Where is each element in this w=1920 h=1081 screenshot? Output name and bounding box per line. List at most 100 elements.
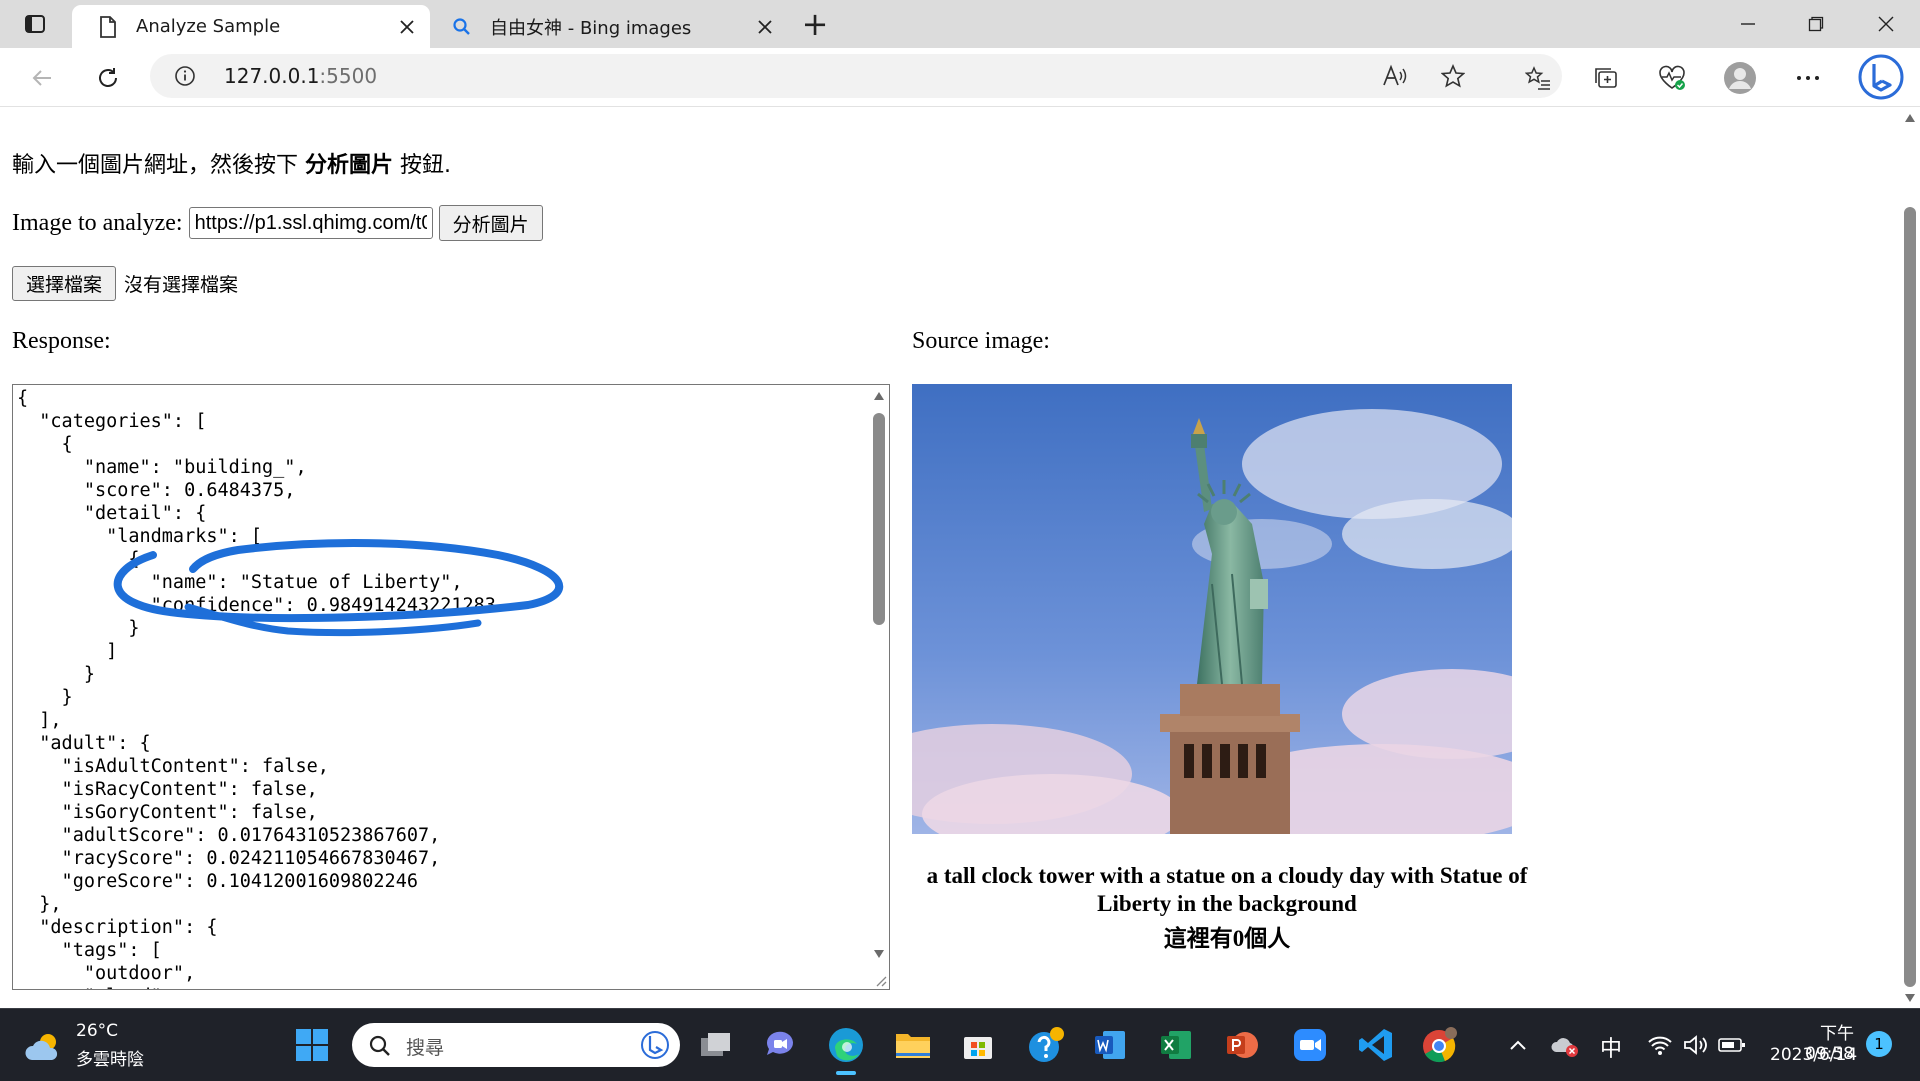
address-bar[interactable]: 127.0.0.1:5500 xyxy=(150,54,1562,98)
restore-button[interactable] xyxy=(1782,0,1850,48)
weather-description: 多雲時陰 xyxy=(76,1050,144,1070)
microsoft-store-button[interactable] xyxy=(958,1025,998,1065)
resize-grip-icon[interactable] xyxy=(873,973,887,987)
favorite-star-icon[interactable] xyxy=(1440,63,1466,92)
file-explorer-button[interactable] xyxy=(893,1025,933,1065)
scroll-up-arrow-icon[interactable] xyxy=(873,391,885,401)
source-image xyxy=(912,384,1512,834)
instructions-bold: 分析圖片 xyxy=(305,153,394,178)
vscode-button[interactable] xyxy=(1356,1025,1396,1065)
minimize-button[interactable] xyxy=(1714,0,1782,48)
page-heading-clipped xyxy=(12,107,252,133)
url-host: 127.0.0.1 xyxy=(224,64,320,88)
response-scrollbar[interactable] xyxy=(869,385,889,989)
read-aloud-icon[interactable] xyxy=(1382,64,1408,92)
collections-icon xyxy=(1595,68,1617,88)
zoom-video-icon xyxy=(1294,1029,1326,1061)
weather-widget[interactable] xyxy=(24,1027,64,1067)
page-scroll-down-icon[interactable] xyxy=(1904,993,1916,1003)
page-scroll-up-icon[interactable] xyxy=(1904,113,1916,123)
volume-button[interactable] xyxy=(1676,1025,1716,1065)
wifi-button[interactable] xyxy=(1640,1025,1680,1065)
show-hidden-icons-button[interactable] xyxy=(1498,1025,1538,1065)
tab-actions-button[interactable] xyxy=(0,0,70,48)
cloudy-weather-icon xyxy=(25,1034,58,1060)
bing-copilot-button[interactable] xyxy=(1856,52,1906,102)
edge-taskbar-button[interactable] xyxy=(826,1025,866,1065)
speaker-icon xyxy=(1684,1035,1707,1055)
tab-strip: Analyze Sample 自由女神 - Bing images + xyxy=(0,0,1920,48)
browser-essentials-button[interactable] xyxy=(1652,58,1692,98)
page-scrollbar[interactable] xyxy=(1900,107,1920,1007)
site-info-icon[interactable] xyxy=(174,65,196,91)
page-content: 輸入一個圖片網址，然後按下 分析圖片 按鈕. Image to analyze:… xyxy=(0,107,1900,1007)
notification-badge[interactable]: 1 xyxy=(1866,1031,1892,1057)
excel-button[interactable] xyxy=(1156,1025,1196,1065)
chevron-up-icon xyxy=(1510,1040,1526,1050)
no-file-chosen-text: 沒有選擇檔案 xyxy=(124,274,239,296)
refresh-button[interactable] xyxy=(88,58,128,98)
close-tab-icon[interactable] xyxy=(392,12,422,42)
tab-analyze-sample[interactable]: Analyze Sample xyxy=(72,5,430,48)
input-method-indicator[interactable]: 中 xyxy=(1600,1031,1622,1063)
start-button[interactable] xyxy=(292,1025,332,1065)
get-help-button[interactable] xyxy=(1026,1025,1066,1065)
scroll-down-arrow-icon[interactable] xyxy=(873,949,885,959)
restore-icon xyxy=(1808,16,1824,32)
statue-of-liberty-photo xyxy=(912,384,1512,834)
onedrive-status-button[interactable] xyxy=(1546,1025,1586,1065)
vscode-icon xyxy=(1359,1029,1392,1061)
response-label: Response: xyxy=(12,328,111,354)
bing-logo-icon xyxy=(1858,54,1904,100)
teams-chat-button[interactable] xyxy=(760,1025,800,1065)
powerpoint-icon xyxy=(1227,1032,1258,1058)
search-icon xyxy=(369,1035,390,1056)
response-scroll-thumb[interactable] xyxy=(873,413,885,625)
close-window-button[interactable] xyxy=(1852,0,1920,48)
active-app-indicator xyxy=(836,1071,856,1075)
page-scroll-thumb[interactable] xyxy=(1904,207,1916,987)
word-button[interactable] xyxy=(1090,1025,1130,1065)
battery-button[interactable] xyxy=(1712,1025,1752,1065)
chrome-button[interactable] xyxy=(1420,1025,1460,1065)
url-text: 127.0.0.1:5500 xyxy=(224,64,377,88)
task-view-button[interactable] xyxy=(696,1025,736,1065)
choose-file-button[interactable]: 選擇檔案 xyxy=(12,266,116,301)
image-caption: a tall clock tower with a statue on a cl… xyxy=(912,862,1542,918)
close-icon xyxy=(1878,16,1894,32)
zoom-button[interactable] xyxy=(1290,1025,1330,1065)
tab-title: Analyze Sample xyxy=(136,16,281,37)
profile-button[interactable] xyxy=(1720,58,1760,98)
image-url-input[interactable] xyxy=(188,207,433,239)
clipped-heading-glyphs xyxy=(12,107,252,123)
tab-bing-images[interactable]: 自由女神 - Bing images xyxy=(432,5,788,48)
clock-date[interactable]: 2023/6/14 xyxy=(1770,1045,1857,1065)
instructions-suffix: 按鈕. xyxy=(393,153,452,178)
excel-icon xyxy=(1161,1031,1191,1059)
collections-button[interactable] xyxy=(1586,58,1626,98)
caption-line-1: a tall clock tower with a statue on a cl… xyxy=(926,863,1528,888)
source-image-label: Source image: xyxy=(912,328,1050,354)
close-tab-icon[interactable] xyxy=(750,12,780,42)
bing-icon xyxy=(641,1031,669,1059)
powerpoint-button[interactable] xyxy=(1222,1025,1262,1065)
analyze-button[interactable]: 分析圖片 xyxy=(438,205,543,241)
help-icon xyxy=(1029,1027,1064,1062)
caption-line-2: Liberty in the background xyxy=(1097,891,1357,916)
chat-icon xyxy=(766,1031,793,1055)
response-textarea[interactable]: { "categories": [ { "name": "building_",… xyxy=(12,384,890,990)
url-port: :5500 xyxy=(319,64,378,88)
taskbar-search-box[interactable]: 搜尋 xyxy=(352,1023,680,1067)
cloud-error-icon xyxy=(1551,1038,1578,1057)
favorites-button[interactable] xyxy=(1518,58,1558,98)
back-arrow-icon xyxy=(32,70,51,86)
windows-taskbar: 26°C 多雲時陰 搜尋 中 下午 09:58 2023/6/14 1 xyxy=(0,1008,1920,1081)
refresh-icon xyxy=(99,68,117,87)
back-button[interactable] xyxy=(22,58,62,98)
minimize-icon xyxy=(1741,23,1755,25)
new-tab-button[interactable]: + xyxy=(792,0,838,48)
more-menu-button[interactable] xyxy=(1788,58,1828,98)
chrome-icon xyxy=(1423,1027,1457,1063)
tab-title: 自由女神 - Bing images xyxy=(490,17,692,39)
tab-actions-icon xyxy=(25,15,45,33)
